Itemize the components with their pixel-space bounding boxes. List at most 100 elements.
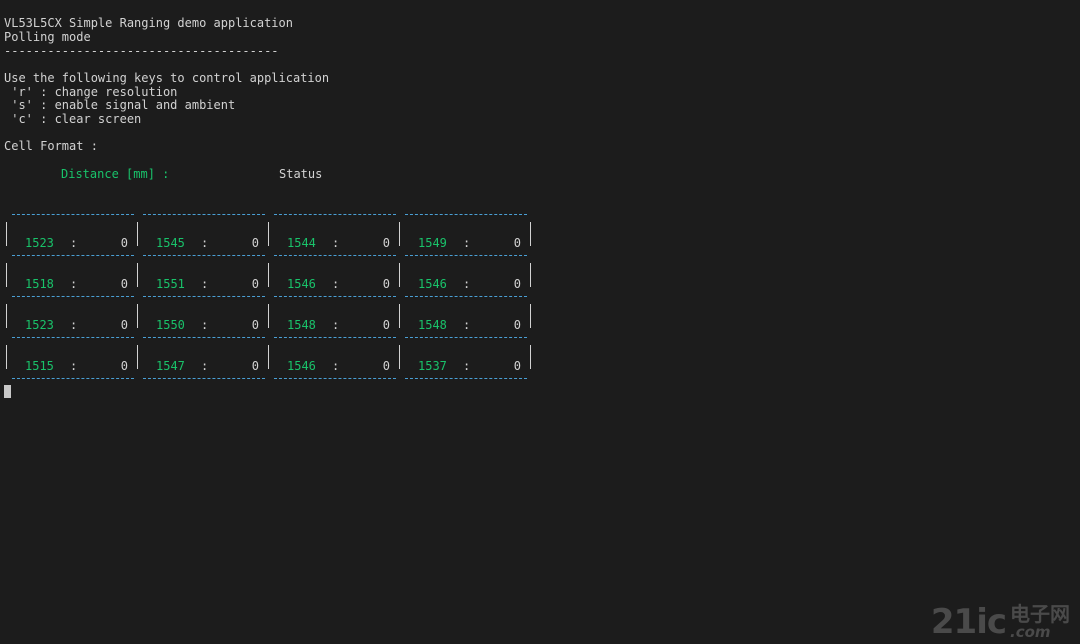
instructions-line: Use the following keys to control applic… <box>4 71 330 85</box>
cell-distance: 1546 <box>287 277 316 291</box>
cell-distance: 1548 <box>287 318 316 332</box>
grid-dash-line <box>143 255 265 256</box>
grid-pipe <box>530 304 531 328</box>
cell-colon: : <box>201 359 209 373</box>
grid-dash-line <box>12 255 134 256</box>
terminal-cursor <box>4 385 11 398</box>
cell-colon: : <box>201 277 209 291</box>
grid-dash-line <box>12 337 134 338</box>
app-title: VL53L5CX Simple Ranging demo application <box>4 16 293 30</box>
cell-distance: 1537 <box>418 359 447 373</box>
grid-dash-line <box>12 378 134 379</box>
cell-colon: : <box>463 318 471 332</box>
key-s-line: 's' : enable signal and ambient <box>4 98 236 112</box>
cell-status: 0 <box>120 359 128 373</box>
grid-pipe <box>6 304 7 328</box>
grid-dash-line <box>12 214 134 215</box>
grid-dash-line <box>274 214 396 215</box>
watermark-domain: .com <box>1010 623 1051 641</box>
cell-colon: : <box>70 277 78 291</box>
cell-distance: 1550 <box>156 318 185 332</box>
cell-status: 0 <box>513 359 521 373</box>
cell-status: 0 <box>120 236 128 250</box>
cell-format-label: Cell Format : <box>4 139 98 153</box>
header-status: Status <box>279 167 323 181</box>
cell-colon: : <box>463 359 471 373</box>
cell-colon: : <box>70 359 78 373</box>
cell-colon: : <box>463 236 471 250</box>
grid-pipe <box>399 263 400 287</box>
grid-pipe <box>399 345 400 369</box>
cell-status: 0 <box>382 318 390 332</box>
cell-colon: : <box>70 318 78 332</box>
cell-status: 0 <box>120 318 128 332</box>
cell-status: 0 <box>513 236 521 250</box>
cell-status: 0 <box>251 236 259 250</box>
grid-dash-line <box>143 296 265 297</box>
cell-distance: 1545 <box>156 236 185 250</box>
cell-distance: 1523 <box>25 236 54 250</box>
grid-dash-line <box>143 378 265 379</box>
cell-colon: : <box>463 277 471 291</box>
cell-distance: 1546 <box>418 277 447 291</box>
key-r-line: 'r' : change resolution <box>4 85 178 99</box>
separator-line: -------------------------------------- <box>4 44 279 58</box>
grid-pipe <box>399 304 400 328</box>
grid-dash-line <box>274 337 396 338</box>
grid-pipe <box>137 304 138 328</box>
grid-dash-line <box>405 255 527 256</box>
key-c-line: 'c' : clear screen <box>4 112 142 126</box>
ranging-grid: 1523: 0 1545: 0 1544: 0 1549: 0 1518: 0 1551: 0 1546… <box>4 206 544 386</box>
grid-pipe <box>399 222 400 246</box>
watermark-cn-text: 电子网 <box>1010 602 1070 626</box>
cell-status: 0 <box>251 277 259 291</box>
cell-distance: 1544 <box>287 236 316 250</box>
cell-distance: 1518 <box>25 277 54 291</box>
grid-pipe <box>268 304 269 328</box>
grid-dash-line <box>405 337 527 338</box>
grid-dash-line <box>274 296 396 297</box>
grid-pipe <box>530 345 531 369</box>
cell-colon: : <box>70 236 78 250</box>
grid-pipe <box>268 263 269 287</box>
cell-colon: : <box>332 318 340 332</box>
grid-dash-line <box>405 214 527 215</box>
cell-colon: : <box>332 359 340 373</box>
grid-dash-line <box>12 296 134 297</box>
grid-dash-line <box>143 337 265 338</box>
cell-status: 0 <box>382 277 390 291</box>
grid-dash-line <box>405 296 527 297</box>
watermark-logo-text: 21ic <box>930 602 1007 642</box>
header-distance: Distance [mm] : <box>61 167 170 181</box>
mode-line: Polling mode <box>4 30 91 44</box>
grid-pipe <box>137 263 138 287</box>
cell-status: 0 <box>382 359 390 373</box>
grid-dash-line <box>274 255 396 256</box>
cell-status: 0 <box>513 318 521 332</box>
cell-distance: 1548 <box>418 318 447 332</box>
grid-pipe <box>6 345 7 369</box>
cell-status: 0 <box>120 277 128 291</box>
cell-distance: 1515 <box>25 359 54 373</box>
terminal-window[interactable]: VL53L5CX Simple Ranging demo application… <box>0 0 1080 644</box>
grid-pipe <box>137 222 138 246</box>
grid-pipe <box>6 263 7 287</box>
cell-colon: : <box>201 318 209 332</box>
cell-distance: 1546 <box>287 359 316 373</box>
cell-distance: 1547 <box>156 359 185 373</box>
grid-pipe <box>6 222 7 246</box>
cell-colon: : <box>201 236 209 250</box>
grid-pipe <box>530 222 531 246</box>
cell-distance: 1549 <box>418 236 447 250</box>
cell-distance: 1523 <box>25 318 54 332</box>
cell-status: 0 <box>251 318 259 332</box>
cell-colon: : <box>332 236 340 250</box>
grid-dash-line <box>143 214 265 215</box>
watermark-logo: 21ic 电子网 .com <box>931 596 1070 640</box>
grid-dash-line <box>405 378 527 379</box>
cell-status: 0 <box>251 359 259 373</box>
grid-dash-line <box>274 378 396 379</box>
cell-status: 0 <box>382 236 390 250</box>
grid-pipe <box>268 345 269 369</box>
grid-pipe <box>137 345 138 369</box>
